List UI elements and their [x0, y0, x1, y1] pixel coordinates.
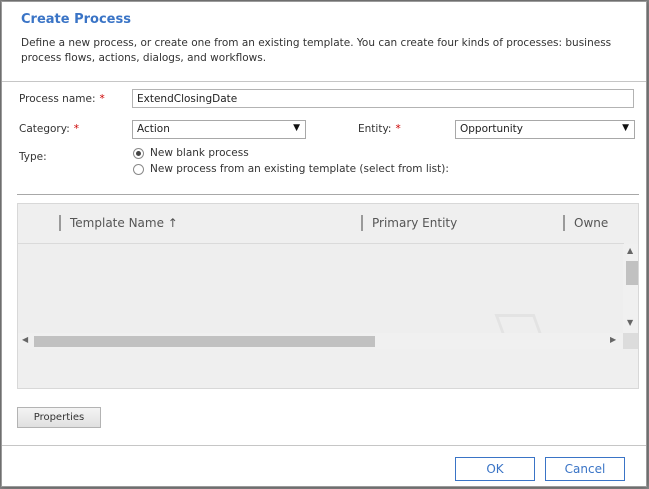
dialog-description: Define a new process, or create one from… [21, 37, 612, 64]
dialog-title: Create Process [21, 12, 131, 27]
required-mark: * [395, 123, 401, 135]
category-value: Action [137, 123, 170, 135]
column-separator [59, 215, 61, 231]
column-separator [361, 215, 363, 231]
properties-button[interactable]: Properties [17, 407, 101, 428]
entity-label: Entity: [358, 123, 392, 135]
cancel-button[interactable]: Cancel [545, 457, 625, 481]
dialog-header: Create Process Define a new process, or … [2, 2, 646, 82]
ok-button[interactable]: OK [455, 457, 535, 481]
type-option-label: New process from an existing template (s… [150, 163, 449, 175]
grid-body [18, 244, 624, 333]
type-label: Type: [19, 151, 47, 163]
entity-value: Opportunity [460, 123, 524, 135]
scrollbar-corner [623, 333, 638, 349]
type-option-template[interactable]: New process from an existing template (s… [133, 163, 449, 175]
column-template-name[interactable]: Template Name ↑ [70, 216, 178, 230]
scroll-up-icon[interactable]: ▲ [627, 246, 633, 255]
process-name-label-group: Process name: * [19, 93, 105, 105]
type-option-blank[interactable]: New blank process [133, 147, 249, 159]
category-select[interactable]: Action ▼ [132, 120, 306, 139]
section-divider [17, 194, 639, 195]
horizontal-scrollbar[interactable]: ◀ ▶ [18, 333, 624, 349]
header-divider [2, 81, 646, 82]
entity-label-group: Entity: * [358, 123, 401, 135]
horizontal-scroll-thumb[interactable] [34, 336, 375, 347]
process-name-input[interactable] [132, 89, 634, 108]
grid-footer [18, 349, 638, 388]
chevron-down-icon: ▼ [293, 123, 300, 133]
radio-checked-icon[interactable] [133, 147, 144, 159]
category-label-group: Category: * [19, 123, 79, 135]
entity-select[interactable]: Opportunity ▼ [455, 120, 635, 139]
required-mark: * [73, 123, 79, 135]
vertical-scrollbar[interactable]: ▲ ▼ [623, 244, 638, 333]
column-owner[interactable]: Owne [574, 216, 608, 230]
template-grid: Template Name ↑ Primary Entity Owne ▲ ▼ … [17, 203, 639, 389]
chevron-down-icon: ▼ [622, 123, 629, 133]
process-name-label: Process name: [19, 93, 96, 105]
vertical-scroll-thumb[interactable] [626, 261, 638, 285]
type-option-label: New blank process [150, 147, 249, 159]
grid-header: Template Name ↑ Primary Entity Owne [18, 204, 624, 244]
scroll-down-icon[interactable]: ▼ [627, 318, 633, 327]
required-mark: * [99, 93, 105, 105]
create-process-dialog: Create Process Define a new process, or … [1, 1, 647, 487]
footer-divider [2, 445, 646, 446]
empty-grid-watermark-icon [494, 314, 546, 333]
scroll-right-icon[interactable]: ▶ [610, 335, 616, 344]
column-separator [563, 215, 565, 231]
radio-unchecked-icon[interactable] [133, 163, 144, 175]
scroll-left-icon[interactable]: ◀ [22, 335, 28, 344]
column-primary-entity[interactable]: Primary Entity [372, 216, 457, 230]
category-label: Category: [19, 123, 70, 135]
